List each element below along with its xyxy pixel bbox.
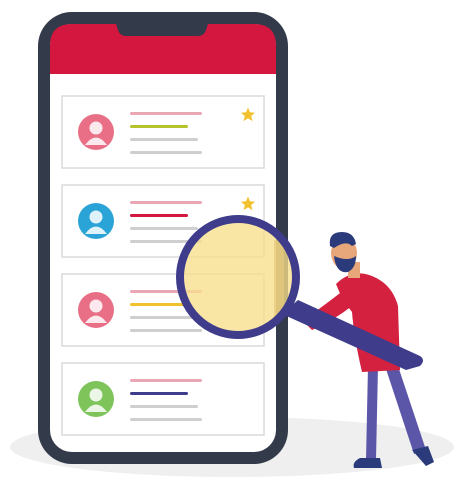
text-line-placeholder [130, 379, 202, 382]
text-line-placeholder [130, 418, 202, 421]
avatar-head-icon [89, 388, 103, 402]
avatar-head-icon [89, 210, 103, 224]
search-profiles-illustration [10, 12, 454, 477]
text-line-placeholder [130, 405, 198, 408]
text-line-placeholder [130, 201, 202, 204]
phone-notch [112, 12, 212, 36]
text-line-placeholder [130, 227, 198, 230]
avatar-head-icon [89, 121, 103, 135]
avatar-icon [78, 381, 114, 417]
text-line-placeholder [130, 151, 202, 154]
text-line-placeholder [130, 303, 188, 306]
text-line-placeholder [130, 329, 202, 332]
profile-card [61, 362, 265, 436]
text-line-placeholder [130, 316, 198, 319]
text-line-placeholder [130, 112, 202, 115]
person-left-leg [366, 366, 378, 460]
avatar-icon [78, 203, 114, 239]
text-line-placeholder [130, 214, 188, 217]
avatar-head-icon [89, 299, 103, 313]
avatar-icon [78, 292, 114, 328]
text-line-placeholder [130, 125, 188, 128]
profile-card [61, 95, 265, 169]
illustration-scene [0, 0, 458, 491]
avatar-icon [78, 114, 114, 150]
text-line-placeholder [130, 138, 198, 141]
person-left-shoe [353, 458, 382, 468]
text-line-placeholder [130, 392, 188, 395]
